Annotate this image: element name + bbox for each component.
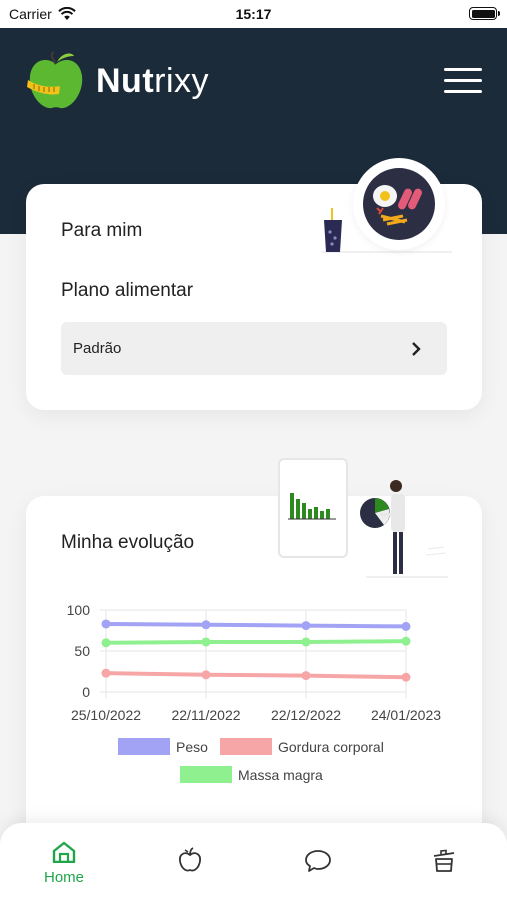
pot-icon bbox=[433, 849, 455, 872]
brand-name: Nutrixy bbox=[96, 62, 209, 101]
data-point bbox=[101, 638, 111, 648]
x-tick-label: 24/01/2023 bbox=[371, 707, 441, 723]
data-point bbox=[301, 621, 311, 631]
nav-meal-plan[interactable] bbox=[170, 823, 210, 900]
data-point bbox=[101, 619, 111, 629]
evolution-title: Minha evolução bbox=[61, 532, 195, 553]
menu-line bbox=[444, 90, 482, 93]
menu-line bbox=[444, 68, 482, 71]
battery-icon bbox=[469, 7, 500, 20]
legend-label: Massa magra bbox=[238, 767, 323, 783]
brand-logo: Nutrixy bbox=[26, 50, 209, 112]
legend-swatch bbox=[180, 766, 232, 783]
y-tick-label: 50 bbox=[74, 643, 90, 659]
data-point bbox=[301, 637, 311, 647]
nav-home[interactable]: Home bbox=[36, 823, 92, 900]
chevron-right-icon bbox=[412, 341, 421, 356]
x-tick-label: 22/12/2022 bbox=[271, 707, 341, 723]
breakfast-plate-illustration bbox=[353, 158, 445, 250]
data-point bbox=[201, 670, 211, 680]
y-tick-label: 0 bbox=[82, 684, 90, 700]
data-point bbox=[401, 672, 411, 682]
evolution-chart: 100 50 0 25/10/2022 22/11/2022 22/12/2022 24/0… bbox=[67, 602, 441, 783]
nav-recipes[interactable] bbox=[424, 823, 464, 900]
legend-swatch bbox=[118, 738, 170, 755]
apple-icon bbox=[179, 847, 201, 872]
plan-value: Padrão bbox=[73, 340, 122, 357]
data-point bbox=[201, 620, 211, 630]
x-tick-label: 22/11/2022 bbox=[171, 707, 240, 723]
clock: 15:17 bbox=[235, 6, 272, 22]
legend-label: Peso bbox=[176, 739, 208, 755]
nav-home-label: Home bbox=[43, 869, 84, 886]
data-point bbox=[401, 621, 411, 631]
apple-logo-icon bbox=[27, 50, 83, 109]
analytics-person-illustration bbox=[278, 458, 448, 578]
series-line bbox=[104, 639, 408, 645]
brand-light: rixy bbox=[154, 61, 210, 100]
status-bar: Carrier 15:17 bbox=[0, 0, 507, 28]
plate-icon bbox=[363, 168, 435, 240]
bottom-nav: Home bbox=[0, 823, 507, 900]
brand-bold: Nut bbox=[96, 61, 155, 100]
hamburger-menu-button[interactable] bbox=[444, 68, 482, 94]
home-icon bbox=[52, 841, 76, 863]
data-point bbox=[201, 637, 211, 647]
nav-chat[interactable] bbox=[298, 823, 338, 900]
x-tick-label: 25/10/2022 bbox=[71, 707, 141, 723]
legend-swatch bbox=[220, 738, 272, 755]
data-point bbox=[301, 671, 311, 681]
menu-line bbox=[444, 79, 482, 82]
series-line bbox=[104, 621, 408, 629]
legend-label: Gordura corporal bbox=[278, 739, 384, 755]
chat-bubble-icon bbox=[305, 850, 331, 872]
plan-label: Plano alimentar bbox=[61, 280, 194, 301]
y-tick-label: 100 bbox=[67, 602, 91, 618]
data-point bbox=[101, 668, 111, 678]
plan-select[interactable]: Padrão bbox=[61, 322, 447, 375]
series-line bbox=[104, 671, 408, 680]
for-me-label: Para mim bbox=[61, 220, 143, 241]
data-point bbox=[401, 636, 411, 646]
